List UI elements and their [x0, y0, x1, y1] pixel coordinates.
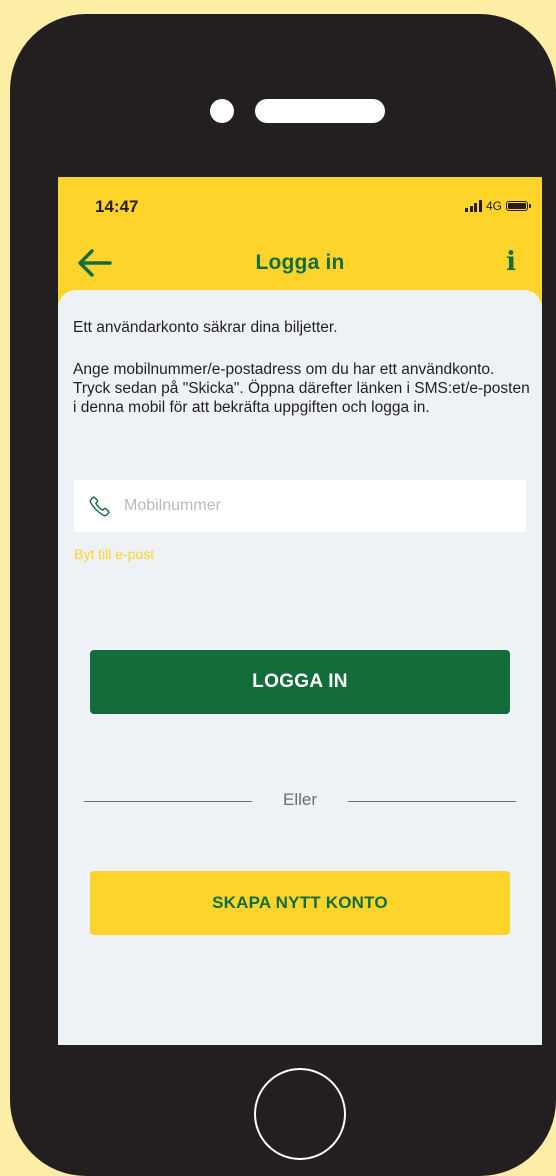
speaker-grille	[255, 99, 385, 123]
phone-frame: 14:47 4G Logga in i Ett användarkonto sä…	[10, 14, 556, 1176]
battery-icon	[506, 201, 531, 211]
divider-text: Eller	[282, 790, 317, 809]
divider-right	[348, 801, 516, 802]
page-title: Logga in	[255, 251, 345, 274]
switch-to-email-link[interactable]: Byt till e-post	[74, 546, 154, 562]
login-button[interactable]: LOGGA IN	[90, 650, 510, 714]
app-screen: 14:47 4G Logga in i Ett användarkonto sä…	[58, 177, 542, 1045]
network-label: 4G	[485, 199, 502, 213]
camera-dot	[210, 99, 234, 123]
status-time: 14:47	[95, 197, 139, 216]
status-indicators: 4G	[465, 199, 531, 213]
login-panel: Ett användarkonto säkrar dina biljetter.…	[58, 290, 542, 1045]
create-account-button[interactable]: SKAPA NYTT KONTO	[90, 871, 510, 935]
phone-icon	[89, 496, 110, 517]
phone-input[interactable]	[124, 497, 504, 515]
intro-text: Ett användarkonto säkrar dina biljetter.	[73, 319, 338, 336]
signal-icon	[465, 200, 482, 212]
home-button[interactable]	[254, 1068, 346, 1160]
description-text: Ange mobilnummer/e-postadress om du har …	[73, 361, 530, 416]
info-icon[interactable]: i	[506, 247, 516, 277]
phone-field-container[interactable]	[74, 480, 526, 532]
